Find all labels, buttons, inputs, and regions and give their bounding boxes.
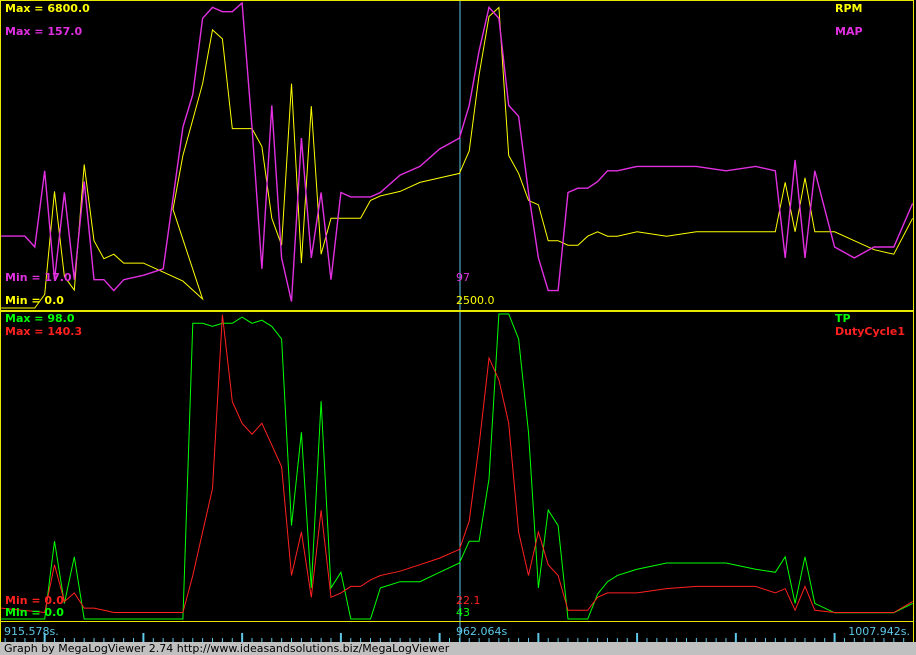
rpm-series-name: RPM [835, 2, 863, 15]
rpm-max-label: Max = 6800.0 [5, 2, 90, 15]
duty-series-line [1, 314, 913, 614]
duty-max-label: Max = 140.3 [5, 325, 83, 338]
top-graph-panel[interactable]: Max = 6800.0 Max = 157.0 Min = 17.0 Min … [0, 0, 914, 311]
tp-series-line [1, 313, 913, 620]
cursor-tp-value: 43 [456, 606, 470, 619]
tp-min-label: Min = 0.0 [5, 606, 64, 619]
tp-max-label: Max = 98.0 [5, 312, 75, 325]
bottom-plot-area[interactable] [1, 312, 913, 621]
map-max-label: Max = 157.0 [5, 25, 83, 38]
time-axis-bar[interactable]: 915.578s. 962.064s 1007.942s. [0, 622, 914, 642]
cursor-rpm-value: 2500.0 [456, 294, 495, 307]
tp-series-name: TP [835, 312, 851, 325]
map-series-name: MAP [835, 25, 863, 38]
rpm-series-line [1, 6, 913, 309]
map-min-label: Min = 17.0 [5, 271, 72, 284]
bottom-graph-panel[interactable]: Max = 98.0 Max = 140.3 Min = 0.0 Min = 0… [0, 311, 914, 622]
time-cursor-label: 962.064s [456, 625, 508, 638]
map-series-line [1, 1, 913, 302]
cursor-map-value: 97 [456, 271, 470, 284]
duty-series-name: DutyCycle1 [835, 325, 906, 338]
time-start-label: 915.578s. [4, 625, 59, 638]
rpm-min-label: Min = 0.0 [5, 294, 64, 307]
footer-credit: Graph by MegaLogViewer 2.74 http://www.i… [0, 642, 916, 655]
top-plot-area[interactable] [1, 1, 913, 310]
time-end-label: 1007.942s. [848, 625, 910, 638]
